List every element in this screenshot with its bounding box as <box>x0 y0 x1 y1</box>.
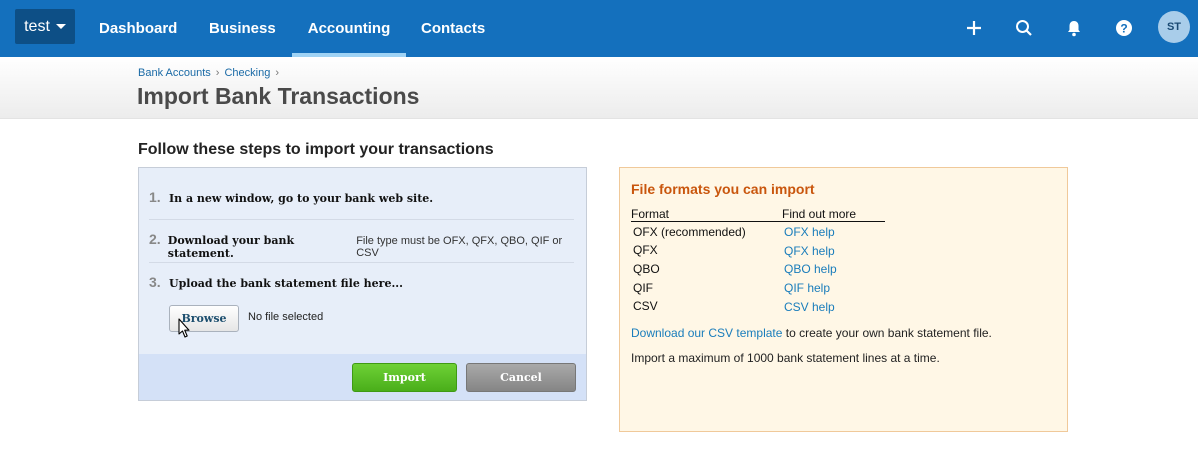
qif-help-link[interactable]: QIF help <box>784 281 830 295</box>
step-3: 3. Upload the bank statement file here..… <box>149 274 574 290</box>
nav-dashboard[interactable]: Dashboard <box>99 0 177 57</box>
nav-business-label: Business <box>209 20 276 37</box>
steps-panel: 1. In a new window, go to your bank web … <box>138 167 587 401</box>
step-text: Download your bank statement. <box>167 234 295 260</box>
table-header-rule <box>631 221 885 222</box>
nav-business[interactable]: Business <box>209 0 276 57</box>
avatar-initials: ST <box>1166 21 1182 33</box>
breadcrumb-checking[interactable]: Checking <box>224 67 270 79</box>
help-icon[interactable]: ? <box>1112 16 1136 40</box>
divider <box>149 262 574 263</box>
step-text: Upload the bank statement file here... <box>169 277 403 290</box>
search-icon[interactable] <box>1012 16 1036 40</box>
avatar[interactable]: ST <box>1158 11 1190 43</box>
org-switcher-button[interactable]: test <box>15 9 75 44</box>
org-name: test <box>24 17 50 35</box>
caret-down-icon <box>55 24 66 29</box>
ofx-help-link[interactable]: OFX help <box>784 225 835 239</box>
step-number: 1. <box>149 189 161 205</box>
breadcrumb-separator: › <box>275 67 279 79</box>
step-2: 2. Download your bank statement. File ty… <box>149 231 574 260</box>
csv-template-link[interactable]: Download our CSV template <box>631 326 782 340</box>
max-lines-note: Import a maximum of 1000 bank statement … <box>631 351 940 365</box>
format-qfx: QFX <box>633 243 658 257</box>
mouse-cursor-icon <box>178 318 190 338</box>
file-formats-panel: File formats you can import Format Find … <box>619 167 1068 432</box>
qfx-help-link[interactable]: QFX help <box>784 244 835 258</box>
csv-template-note: Download our CSV template to create your… <box>631 326 992 340</box>
nav-contacts[interactable]: Contacts <box>421 0 485 57</box>
svg-text:?: ? <box>1120 22 1127 36</box>
step-detail: File type must be OFX, QFX, QBO, QIF or … <box>356 235 563 259</box>
import-button[interactable]: Import <box>352 363 457 392</box>
page-title: Import Bank Transactions <box>137 83 420 109</box>
top-nav-bar: test Dashboard Business Accounting Conta… <box>0 0 1198 57</box>
nav-dashboard-label: Dashboard <box>99 20 178 37</box>
csv-template-text: to create your own bank statement file. <box>782 326 992 340</box>
format-column-header: Format <box>631 207 670 221</box>
format-ofx: OFX (recommended) <box>633 225 746 239</box>
step-text: In a new window, go to your bank web sit… <box>169 192 434 205</box>
help-column-header: Find out more <box>782 207 857 221</box>
breadcrumb-separator: › <box>215 67 220 79</box>
nav-accounting-label: Accounting <box>307 20 391 37</box>
nav-contacts-label: Contacts <box>421 20 486 37</box>
csv-help-link[interactable]: CSV help <box>784 300 835 314</box>
nav-accounting[interactable]: Accounting <box>292 0 406 57</box>
cancel-button[interactable]: Cancel <box>466 363 576 392</box>
plus-icon[interactable] <box>962 16 986 40</box>
file-status: No file selected <box>248 311 324 323</box>
breadcrumb-bank-accounts[interactable]: Bank Accounts <box>138 67 211 79</box>
step-number: 2. <box>149 231 161 247</box>
qbo-help-link[interactable]: QBO help <box>784 262 837 276</box>
format-csv: CSV <box>633 299 658 313</box>
formats-heading: File formats you can import <box>631 181 815 197</box>
action-bar: Import Cancel <box>139 354 586 400</box>
step-1: 1. In a new window, go to your bank web … <box>149 189 574 205</box>
format-qif: QIF <box>633 281 653 295</box>
steps-heading: Follow these steps to import your transa… <box>138 141 494 158</box>
step-number: 3. <box>149 274 161 290</box>
divider <box>149 219 574 220</box>
bell-icon[interactable] <box>1062 16 1086 40</box>
breadcrumb: Bank Accounts › Checking › <box>138 67 284 79</box>
format-qbo: QBO <box>633 262 660 276</box>
